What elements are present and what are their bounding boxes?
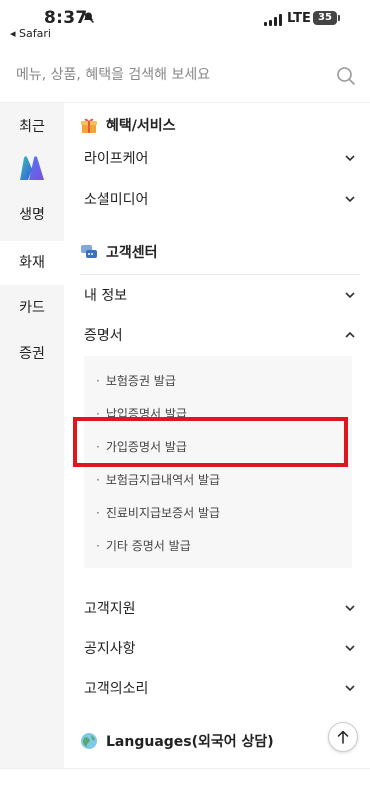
battery-icon: 35	[313, 11, 337, 25]
gift-icon	[80, 116, 98, 134]
section-customer-center: 고객센터	[80, 237, 158, 267]
submenu-item-medical-guarantee[interactable]: ·진료비지급보증서 발급	[96, 504, 220, 521]
menu-row-label: 라이프케어	[84, 148, 148, 168]
back-to-safari-link[interactable]: ◂ Safari	[10, 27, 51, 40]
chevron-down-icon	[344, 152, 356, 164]
chevron-up-icon	[344, 329, 356, 341]
insurer-logo-icon	[17, 155, 47, 187]
category-sidebar: 최근 생명 화재 카드 증권	[0, 103, 64, 768]
section-benefits: 혜택/서비스	[80, 110, 176, 140]
status-time: 8:37	[44, 8, 87, 28]
section-title: Languages(외국어 상담)	[106, 731, 274, 751]
chat-icon	[80, 243, 98, 261]
sidebar-item-recent[interactable]: 최근	[0, 105, 64, 149]
menu-row-label: 내 정보	[84, 285, 127, 305]
globe-icon	[80, 732, 98, 750]
network-label: LTE	[287, 11, 311, 26]
sidebar-item-property[interactable]: 화재	[0, 241, 64, 285]
arrow-up-icon	[337, 730, 349, 744]
bell-muted-icon	[82, 11, 95, 28]
menu-row-label: 공지사항	[84, 638, 136, 658]
menu-row-customer-support[interactable]: 고객지원	[84, 592, 356, 624]
menu-row-label: 소셜미디어	[84, 189, 148, 209]
menu-row-customer-voice[interactable]: 고객의소리	[84, 672, 356, 704]
menu-row-my-info[interactable]: 내 정보	[84, 279, 356, 311]
chevron-down-icon	[344, 289, 356, 301]
search-icon[interactable]	[336, 66, 356, 86]
chevron-down-icon	[344, 193, 356, 205]
menu-row-social-media[interactable]: 소셜미디어	[84, 183, 356, 215]
section-languages[interactable]: Languages(외국어 상담)	[80, 726, 274, 756]
divider	[80, 274, 360, 275]
section-title: 고객센터	[106, 242, 158, 262]
chevron-down-icon	[344, 642, 356, 654]
signal-icon	[264, 14, 282, 26]
sidebar-item-life[interactable]: 생명	[0, 193, 64, 237]
search-input[interactable]	[14, 60, 318, 90]
menu-row-lifecare[interactable]: 라이프케어	[84, 142, 356, 174]
menu-row-notices[interactable]: 공지사항	[84, 632, 356, 664]
chevron-down-icon	[344, 602, 356, 614]
highlight-box	[73, 417, 348, 467]
scroll-top-button[interactable]	[328, 722, 358, 752]
status-bar: 8:37 ◂ Safari LTE 35	[0, 0, 370, 44]
chevron-down-icon	[344, 682, 356, 694]
menu-row-label: 증명서	[84, 325, 123, 345]
menu-row-label: 고객지원	[84, 598, 136, 618]
section-title: 혜택/서비스	[106, 115, 176, 135]
search-bar	[0, 46, 370, 103]
sidebar-item-securities[interactable]: 증권	[0, 332, 64, 376]
sidebar-item-card[interactable]: 카드	[0, 286, 64, 330]
submenu-item-claim-history[interactable]: ·보험금지급내역서 발급	[96, 471, 220, 488]
submenu-item-policy[interactable]: ·보험증권 발급	[96, 372, 176, 389]
submenu-item-other-cert[interactable]: ·기타 증명서 발급	[96, 537, 191, 554]
menu-row-label: 고객의소리	[84, 678, 148, 698]
bottom-bar	[0, 768, 370, 801]
menu-row-certificates[interactable]: 증명서	[84, 319, 356, 351]
